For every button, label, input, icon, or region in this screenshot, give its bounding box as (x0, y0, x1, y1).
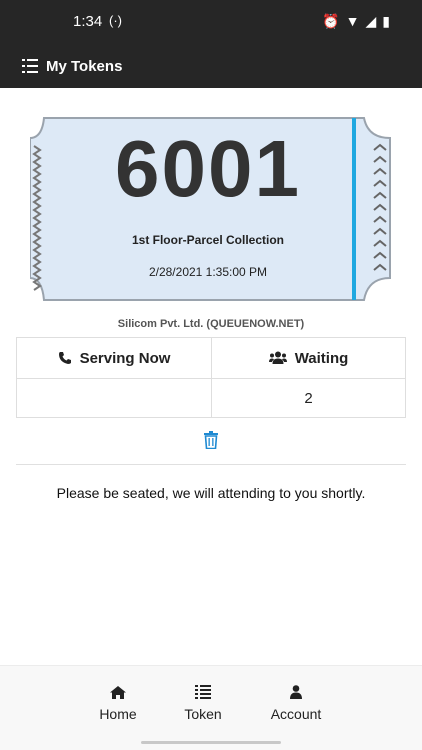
signal-icon: ◢ (365, 13, 377, 29)
home-indicator[interactable] (141, 741, 281, 744)
divider (16, 464, 406, 465)
status-icons: ⏰ ▼ ◢ ▮ (322, 13, 390, 29)
page-title: My Tokens (46, 57, 123, 75)
app-bar: My Tokens (0, 44, 422, 88)
bottom-nav: Home Token Account (0, 665, 422, 750)
alarm-icon: ⏰ (322, 13, 340, 29)
token-datetime: 2/28/2021 1:35:00 PM (148, 265, 268, 279)
waiting-label: Waiting (294, 349, 349, 367)
list-menu-icon[interactable] (22, 59, 38, 73)
home-icon (78, 684, 158, 700)
nav-token[interactable]: Token (163, 684, 243, 722)
battery-icon: ▮ (382, 13, 390, 29)
list-icon (163, 684, 243, 700)
phone-icon (58, 351, 72, 365)
service-name: 1st Floor-Parcel Collection (131, 233, 285, 247)
token-number: 6001 (115, 124, 301, 213)
status-table-header: Serving Now Waiting (17, 338, 405, 378)
serving-now-label: Serving Now (79, 349, 171, 367)
status-table-row: 2 (17, 378, 405, 418)
status-time: 1:34 (73, 13, 103, 30)
nav-account[interactable]: Account (256, 684, 336, 722)
company-name: Silicom Pvt. Ltd. (QUEUENOW.NET) (117, 318, 305, 330)
status-bar: 1:34 (·) ⏰ ▼ ◢ ▮ (0, 0, 422, 44)
trash-icon[interactable] (203, 431, 219, 450)
nav-home[interactable]: Home (78, 684, 158, 722)
waiting-header: Waiting (211, 338, 405, 378)
cast-icon: (·) (109, 13, 122, 28)
nav-token-label: Token (184, 706, 222, 722)
status-message: Please be seated, we will attending to y… (56, 485, 366, 501)
status-table: Serving Now Waiting 2 (16, 337, 406, 418)
wifi-icon: ▼ (345, 13, 360, 29)
users-icon (268, 351, 287, 365)
serving-now-value (17, 379, 211, 418)
nav-account-label: Account (270, 706, 322, 722)
nav-home-label: Home (99, 706, 137, 722)
serving-now-header: Serving Now (17, 338, 211, 378)
user-icon (256, 684, 336, 700)
waiting-value: 2 (211, 379, 405, 418)
